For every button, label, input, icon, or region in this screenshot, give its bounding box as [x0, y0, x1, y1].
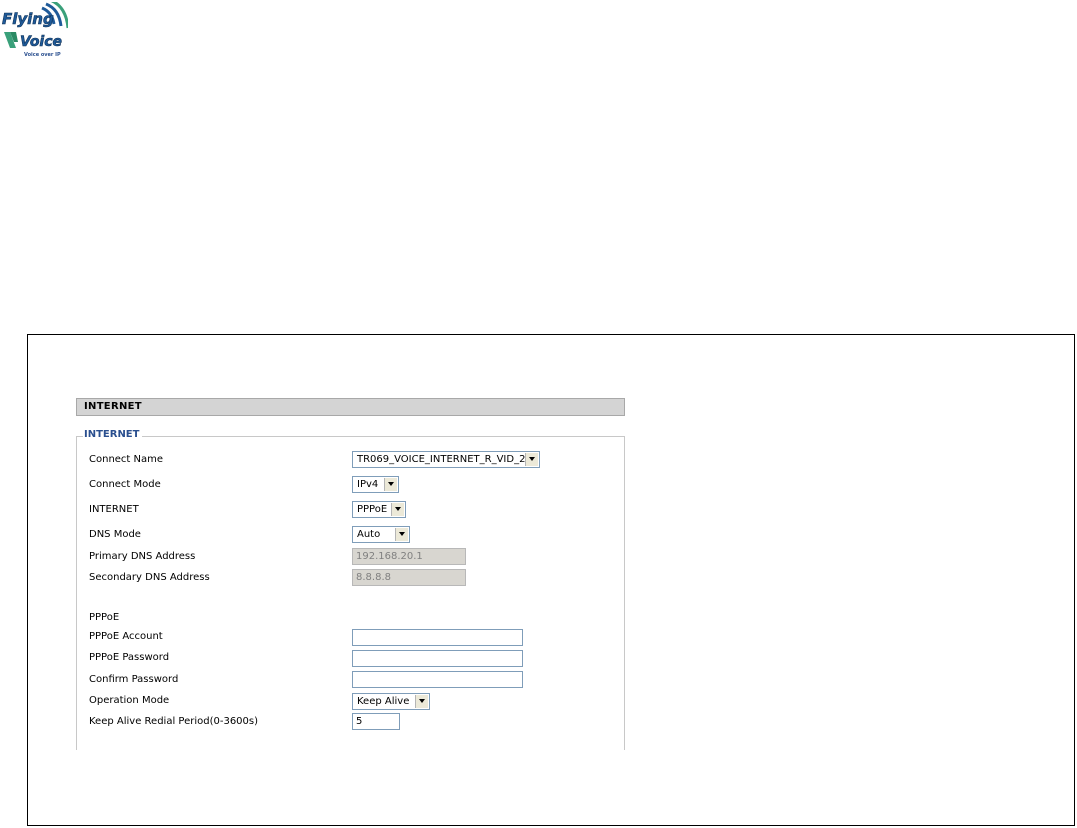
- internet-type-value: PPPoE: [357, 504, 388, 515]
- pppoe-heading: PPPoE: [89, 612, 120, 623]
- connect-mode-label: Connect Mode: [89, 479, 161, 490]
- dns-mode-select[interactable]: Auto: [352, 526, 410, 543]
- logo-text-voice: Voice: [20, 34, 62, 50]
- connect-mode-value: IPv4: [357, 479, 379, 490]
- secondary-dns-label: Secondary DNS Address: [89, 572, 210, 583]
- internet-type-label: INTERNET: [89, 504, 139, 515]
- pppoe-account-field[interactable]: [352, 629, 523, 646]
- fieldset-legend: INTERNET: [83, 428, 143, 442]
- primary-dns-label: Primary DNS Address: [89, 551, 196, 562]
- operation-mode-value: Keep Alive: [357, 696, 410, 707]
- connect-name-label: Connect Name: [89, 454, 164, 465]
- chevron-down-icon: [395, 528, 408, 541]
- chevron-down-icon: [384, 478, 397, 491]
- confirm-password-field[interactable]: [352, 671, 523, 688]
- connect-mode-select[interactable]: IPv4: [352, 476, 399, 493]
- pppoe-account-label: PPPoE Account: [89, 631, 163, 642]
- redial-period-field[interactable]: 5: [352, 713, 400, 730]
- section-header: INTERNET: [76, 398, 625, 416]
- pppoe-password-label: PPPoE Password: [89, 652, 170, 663]
- primary-dns-field: 192.168.20.1: [352, 548, 466, 565]
- confirm-password-label: Confirm Password: [89, 674, 179, 685]
- pppoe-password-field[interactable]: [352, 650, 523, 667]
- connect-name-select[interactable]: TR069_VOICE_INTERNET_R_VID_2: [352, 451, 540, 468]
- chevron-down-icon: [415, 695, 428, 708]
- chevron-down-icon: [391, 503, 404, 516]
- logo-tagline: Voice over IP: [24, 52, 61, 58]
- dns-mode-label: DNS Mode: [89, 529, 141, 540]
- wifi-signal-icon: Flying Voice Voice over IP: [2, 0, 70, 58]
- flying-voice-logo: Flying Voice Voice over IP: [2, 0, 70, 58]
- connect-name-value: TR069_VOICE_INTERNET_R_VID_2: [357, 454, 526, 465]
- logo-text-flying: Flying: [2, 10, 54, 28]
- chevron-down-icon: [525, 453, 538, 466]
- operation-mode-label: Operation Mode: [89, 695, 170, 706]
- dns-mode-value: Auto: [357, 529, 381, 540]
- redial-period-label: Keep Alive Redial Period(0-3600s): [89, 716, 259, 727]
- internet-type-select[interactable]: PPPoE: [352, 501, 406, 518]
- secondary-dns-field: 8.8.8.8: [352, 569, 466, 586]
- operation-mode-select[interactable]: Keep Alive: [352, 693, 430, 710]
